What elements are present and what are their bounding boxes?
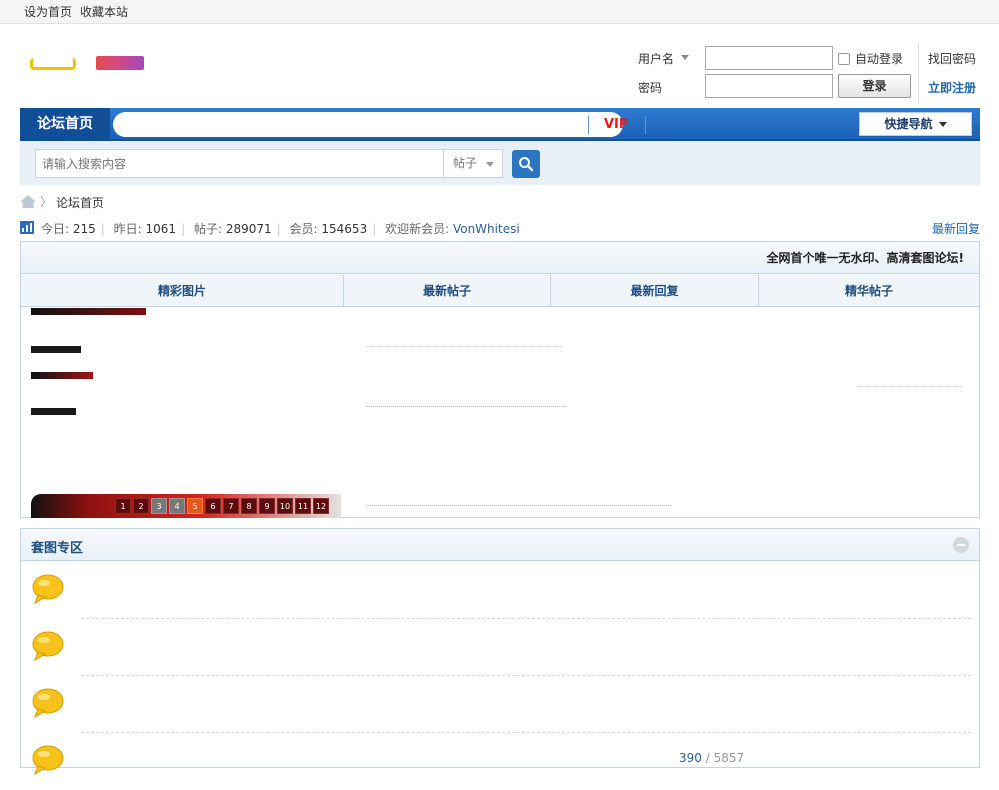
nav-divider [588,116,589,134]
site-logo[interactable] [20,44,148,94]
quick-nav-label: 快捷导航 [884,117,933,131]
forum-today-threads: 390 [679,751,702,765]
nav-obscured-items [113,112,623,137]
slide-strip [31,308,146,315]
dropdown-caret-icon [938,122,947,127]
col-digest-threads[interactable]: 精华帖子 [759,275,979,307]
list-divider [366,406,566,407]
welcome-label: 欢迎新会员: [385,222,450,236]
forum-section-photosets: 套图专区 390 / 5857 [20,528,980,775]
forum-bubble-icon [32,574,64,604]
stats-sep: | [100,222,105,236]
username-type-caret-icon[interactable] [681,55,689,60]
nav-divider [645,116,646,134]
slide-page-button[interactable]: 10 [277,498,293,514]
forum-row[interactable] [21,562,979,619]
posts-label: 帖子: [193,222,222,236]
login-button[interactable]: 登录 [838,74,911,98]
image-slideshow[interactable]: 1 2 3 4 5 6 7 8 9 10 11 12 [31,308,341,518]
slide-page-button[interactable]: 5 [187,498,203,514]
slide-strip [31,408,76,415]
logo-mark [30,58,76,70]
main-nav: 论坛首页 VIP 快捷导航 [20,108,980,141]
latest-replies-link[interactable]: 最新回复 [932,220,980,237]
nav-vip[interactable]: VIP [604,108,628,141]
slide-strip [31,346,81,353]
featured-panel: 全网首个唯一无水印、高清套图论坛! 精彩图片 最新帖子 最新回复 精华帖子 12… [20,241,980,518]
section-header: 套图专区 [21,529,979,561]
logo-wordmark [96,56,144,70]
yesterday-count: 1061 [145,222,177,236]
slide-page-button[interactable]: 12 [313,498,329,514]
dropdown-caret-icon [486,162,494,167]
col-latest-threads[interactable]: 最新帖子 [344,275,551,307]
col-latest-replies[interactable]: 最新回复 [551,275,759,307]
search-input[interactable] [35,149,444,178]
username-label: 用户名 [638,52,675,66]
set-homepage-link[interactable]: 设为首页 [24,3,72,20]
breadcrumb-current: 论坛首页 [56,196,105,210]
forum-row[interactable] [21,676,979,733]
posts-count: 289071 [225,222,272,236]
home-icon[interactable] [20,195,36,208]
panel-column-headers: 精彩图片 最新帖子 最新回复 精华帖子 [21,275,979,307]
collapse-icon[interactable] [953,537,969,553]
yesterday-label: 昨日: [113,222,142,236]
top-utility-bar: 设为首页 收藏本站 [0,0,999,24]
list-divider [366,505,671,506]
slide-page-button[interactable]: 3 [151,498,167,514]
forum-bubble-icon [32,688,64,718]
search-bar: 帖子 [20,141,980,185]
forum-row[interactable] [21,619,979,676]
forum-stats: 今日: 215 | 昨日: 1061 | 帖子: 289071 | 会员: 15465… [20,219,980,237]
password-label: 密码 [638,81,663,95]
count-separator: / [705,751,710,765]
password-input[interactable] [705,74,833,98]
stats-sep: | [276,222,281,236]
slide-strip [31,372,93,379]
site-slogan: 全网首个唯一无水印、高清套图论坛! [21,242,979,274]
col-featured-images[interactable]: 精彩图片 [21,275,344,307]
forum-bubble-icon [32,631,64,661]
newest-member-link[interactable]: VonWhitesi [453,222,520,236]
bookmark-site-link[interactable]: 收藏本站 [80,3,128,20]
section-title[interactable]: 套图专区 [31,537,83,556]
list-divider [856,386,961,387]
nav-forum-home[interactable]: 论坛首页 [20,108,110,141]
stats-line: 今日: 215 | 昨日: 1061 | 帖子: 289071 | 会员: 15465… [41,220,520,237]
username-input[interactable] [705,46,833,70]
register-link[interactable]: 立即注册 [928,79,976,96]
search-type-value: 帖子 [453,156,478,170]
today-count: 215 [72,222,96,236]
slide-page-button[interactable]: 7 [223,498,239,514]
slide-page-button[interactable]: 11 [295,498,311,514]
login-divider [918,44,919,104]
login-form: 用户名 自动登录 找回密码 密码 登录 立即注册 [630,44,990,104]
forum-bubble-icon [32,745,64,775]
auto-login-label: 自动登录 [855,52,904,66]
slide-page-button[interactable]: 4 [169,498,185,514]
today-label: 今日: [41,222,70,236]
forgot-password-link[interactable]: 找回密码 [928,50,976,67]
stats-bar-icon [20,221,34,234]
stats-sep: | [372,222,377,236]
search-type-select[interactable]: 帖子 [443,149,503,178]
auto-login-checkbox[interactable] [838,53,850,65]
slide-page-button[interactable]: 2 [133,498,149,514]
forum-total-posts: 5857 [713,751,745,765]
slide-page-button[interactable]: 9 [259,498,275,514]
search-icon [519,157,534,172]
members-count: 154653 [321,222,368,236]
search-button[interactable] [512,150,540,178]
slide-page-button[interactable]: 1 [115,498,131,514]
slide-page-button[interactable]: 6 [205,498,221,514]
slide-page-button[interactable]: 8 [241,498,257,514]
breadcrumb-separator: 〉 [40,195,53,209]
quick-nav-button[interactable]: 快捷导航 [859,112,972,136]
list-divider [366,346,561,347]
stats-sep: | [181,222,186,236]
members-label: 会员: [289,222,318,236]
forum-row[interactable] [21,733,979,790]
forum-count: 390 / 5857 [679,751,744,765]
